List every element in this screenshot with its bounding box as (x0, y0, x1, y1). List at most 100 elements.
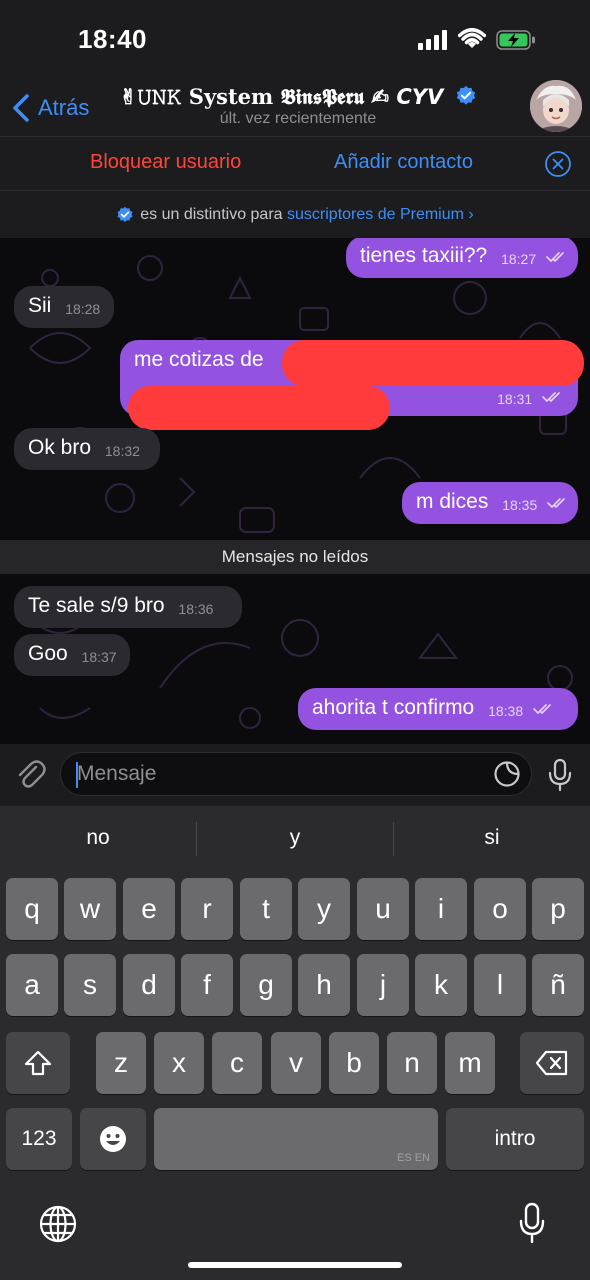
block-user-button[interactable]: Bloquear usuario (90, 151, 241, 174)
message-text: tienes taxiii?? (360, 244, 488, 267)
key-k[interactable]: k (415, 954, 467, 1016)
emoji-key[interactable] (80, 1108, 146, 1170)
key-e[interactable]: e (123, 878, 175, 940)
key-b[interactable]: b (329, 1032, 379, 1094)
message-bubble-outgoing[interactable]: ahorita t confirmo 18:38 (298, 688, 578, 730)
message-composer (0, 744, 590, 806)
emoji-icon (100, 1126, 126, 1152)
message-time: 18:36 (178, 601, 214, 617)
message-time: 18:38 (488, 703, 524, 719)
message-time: 18:37 (81, 649, 117, 665)
message-text: Goo (28, 642, 68, 665)
message-bubble-incoming[interactable]: Goo 18:37 (14, 634, 130, 676)
message-bubble-outgoing[interactable]: tienes taxiii?? 18:27 (346, 238, 578, 278)
back-label: Atrás (38, 95, 90, 120)
read-ticks-icon (533, 704, 551, 714)
cellular-signal-icon (418, 30, 450, 50)
verified-badge-icon (456, 85, 475, 105)
message-bubble-incoming[interactable]: Te sale s/9 bro 18:36 (14, 586, 242, 628)
key-h[interactable]: h (298, 954, 350, 1016)
dictation-microphone-icon[interactable] (518, 1202, 546, 1244)
message-bubble-incoming[interactable]: Sii 18:28 (14, 286, 114, 328)
sticker-icon[interactable] (493, 760, 521, 788)
message-text: me cotizas de (134, 348, 264, 371)
numbers-key[interactable]: 123 (6, 1108, 72, 1170)
key-j[interactable]: j (357, 954, 409, 1016)
key-m[interactable]: m (445, 1032, 495, 1094)
suggestion-si[interactable]: si (394, 806, 590, 870)
key-z[interactable]: z (96, 1032, 146, 1094)
suggestion-y[interactable]: y (197, 806, 393, 870)
key-w[interactable]: w (64, 878, 116, 940)
premium-notice-text: es un distintivo para (140, 206, 283, 223)
key-c[interactable]: c (212, 1032, 262, 1094)
redaction-mark (282, 340, 584, 386)
close-icon[interactable] (544, 150, 572, 178)
chat-title-text: ✌︎𝚄𝙽𝙺 𝐒𝐲𝐬𝐭𝐞𝐦 𝕭𝖎𝖓𝖘𝕻𝖊𝖗𝖚 ✍︎ 𝘾𝙔𝙑 (119, 84, 444, 109)
microphone-icon[interactable] (546, 758, 574, 792)
shift-key[interactable] (6, 1032, 70, 1094)
key-n-tilde[interactable]: ñ (532, 954, 584, 1016)
key-o[interactable]: o (474, 878, 526, 940)
key-r[interactable]: r (181, 878, 233, 940)
message-input-container[interactable] (60, 752, 532, 796)
key-n[interactable]: n (387, 1032, 437, 1094)
key-q[interactable]: q (6, 878, 58, 940)
key-v[interactable]: v (271, 1032, 321, 1094)
back-button[interactable]: Atrás (10, 90, 89, 126)
chat-title[interactable]: ✌︎𝚄𝙽𝙺 𝐒𝐲𝐬𝐭𝐞𝐦 𝕭𝖎𝖓𝖘𝕻𝖊𝖗𝖚 ✍︎ 𝘾𝙔𝙑 (108, 84, 488, 110)
key-f[interactable]: f (181, 954, 233, 1016)
key-g[interactable]: g (240, 954, 292, 1016)
suggestion-no[interactable]: no (0, 806, 196, 870)
backspace-icon (535, 1050, 568, 1076)
avatar-image (530, 80, 582, 132)
chevron-left-icon (13, 94, 29, 122)
read-ticks-icon (546, 252, 564, 262)
key-p[interactable]: p (532, 878, 584, 940)
key-t[interactable]: t (240, 878, 292, 940)
key-l[interactable]: l (474, 954, 526, 1016)
globe-icon[interactable] (38, 1204, 78, 1244)
home-indicator[interactable] (188, 1262, 402, 1268)
message-time: 18:27 (501, 251, 537, 267)
key-u[interactable]: u (357, 878, 409, 940)
unread-messages-divider: Mensajes no leídos (0, 540, 590, 574)
message-input[interactable] (77, 761, 477, 787)
message-text: Ok bro (28, 436, 92, 459)
message-bubble-incoming[interactable]: Ok bro 18:32 (14, 428, 160, 470)
on-screen-keyboard: no y si q w e r t y u i o p a s d f g h … (0, 806, 590, 1280)
space-bar[interactable]: ES EN (154, 1108, 438, 1170)
status-bar: 18:40 (0, 0, 590, 78)
return-key[interactable]: intro (446, 1108, 584, 1170)
contact-action-bar: Bloquear usuario Añadir contacto (0, 136, 590, 191)
message-time: 18:28 (65, 301, 101, 317)
paperclip-icon[interactable] (14, 758, 46, 792)
message-time: 18:35 (502, 497, 538, 513)
key-x[interactable]: x (154, 1032, 204, 1094)
premium-link[interactable]: suscriptores de Premium (287, 206, 464, 224)
redaction-mark (128, 386, 390, 430)
avatar[interactable] (530, 80, 582, 132)
battery-charging-icon (496, 30, 535, 50)
message-time: 18:32 (104, 443, 140, 459)
key-a[interactable]: a (6, 954, 58, 1016)
message-list[interactable]: tienes taxiii?? 18:27 Sii 18:28 me cotiz… (0, 238, 590, 744)
message-time: 18:31 (497, 391, 533, 407)
key-y[interactable]: y (298, 878, 350, 940)
last-seen-status: últ. vez recientemente (219, 110, 377, 127)
premium-notice[interactable]: es un distintivo para suscriptores de Pr… (0, 190, 590, 239)
chat-header: Atrás ✌︎𝚄𝙽𝙺 𝐒𝐲𝐬𝐭𝐞𝐦 𝕭𝖎𝖓𝖘𝕻𝖊𝖗𝖚 ✍︎ 𝘾𝙔𝙑 últ. … (0, 78, 590, 136)
shift-arrow-icon (24, 1050, 52, 1076)
wifi-icon (458, 28, 486, 48)
key-s[interactable]: s (64, 954, 116, 1016)
verified-badge-icon (117, 206, 133, 223)
add-contact-button[interactable]: Añadir contacto (334, 151, 473, 174)
message-text: Sii (28, 294, 52, 317)
backspace-key[interactable] (520, 1032, 584, 1094)
keyboard-language-label: ES EN (396, 1152, 430, 1164)
read-ticks-icon (542, 392, 560, 402)
key-i[interactable]: i (415, 878, 467, 940)
message-bubble-outgoing[interactable]: m dices 18:35 (402, 482, 578, 524)
message-text: ahorita t confirmo (312, 696, 475, 719)
key-d[interactable]: d (123, 954, 175, 1016)
